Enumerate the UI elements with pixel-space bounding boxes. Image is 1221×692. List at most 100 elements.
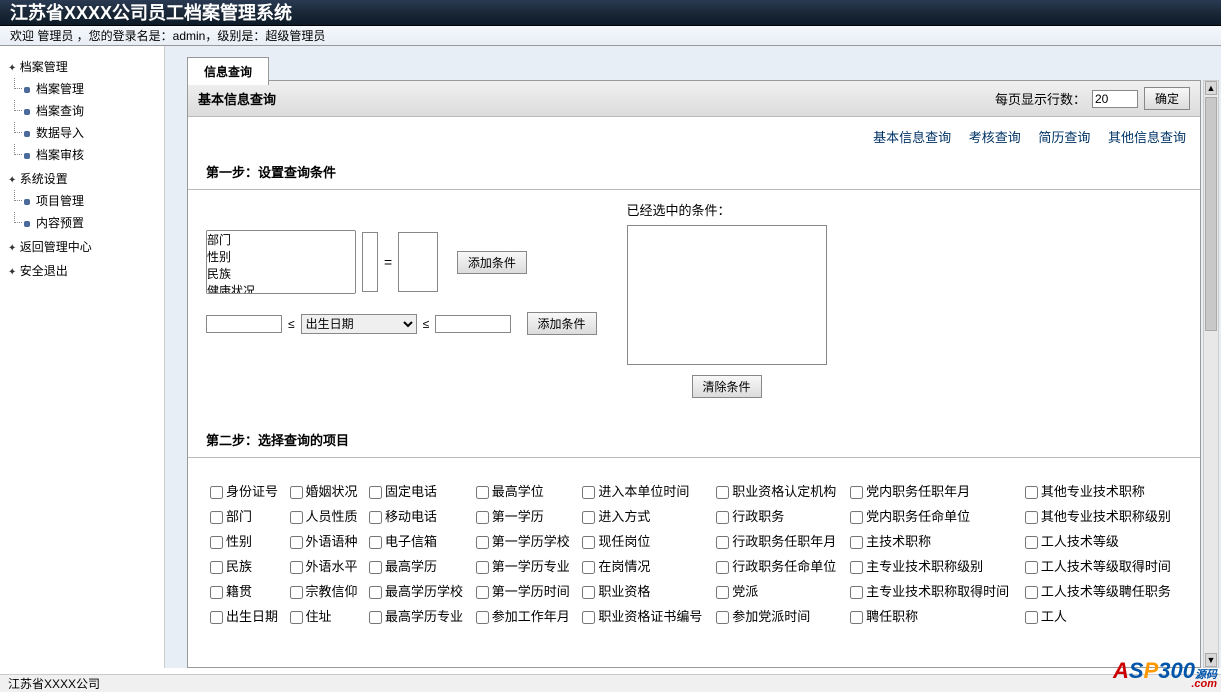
divider-2 [188,457,1200,458]
welcome-bar: 欢迎 管理员 ，您的登录名是：admin，级别是：超级管理员 [0,26,1221,46]
field-checkbox[interactable]: 职业资格认定机构 [716,484,836,499]
field-checkbox[interactable]: 党内职务任职年月 [850,484,970,499]
field-checkbox[interactable]: 职业资格证书编号 [582,609,702,624]
field-checkbox[interactable]: 主技术职称 [850,534,931,549]
divider [188,189,1200,190]
field-checkbox[interactable]: 最高学位 [476,484,544,499]
field-checkbox[interactable]: 第一学历时间 [476,584,570,599]
field-checkbox[interactable]: 出生日期 [210,609,278,624]
sidebar: ✦ 档案管理档案管理档案查询数据导入档案审核 ✦ 系统设置项目管理内容预置 ✦ 返回… [0,46,165,668]
selected-conditions-box[interactable] [627,225,827,365]
footer-text: 江苏省XXXX公司 [8,677,100,691]
field-checkbox[interactable]: 参加党派时间 [716,609,810,624]
clear-conditions-button[interactable]: 清除条件 [692,375,762,398]
field-checkbox[interactable]: 现任岗位 [582,534,650,549]
field-checkbox[interactable]: 宗教信仰 [290,584,358,599]
confirm-button[interactable]: 确定 [1144,87,1190,110]
field-checkbox[interactable]: 主专业技术职称级别 [850,559,983,574]
field-checkbox[interactable]: 党派 [716,584,758,599]
nav-subitem[interactable]: 内容预置 [24,216,84,230]
field-checkbox[interactable]: 部门 [210,509,252,524]
field-checkbox[interactable]: 进入本单位时间 [582,484,689,499]
field-checkbox[interactable]: 人员性质 [290,509,358,524]
scroll-thumb[interactable] [1205,97,1217,331]
nav-item[interactable]: ✦ 安全退出 [8,264,68,278]
condition-area: 部门性别民族健康状况 = 添加条件 ≤ 出生日期 ≤ [188,200,1200,414]
value-input[interactable] [398,232,438,292]
tab-strip: 信息查询 [187,56,269,84]
field-checkbox[interactable]: 第一学历学校 [476,534,570,549]
field-checkbox[interactable]: 主专业技术职称取得时间 [850,584,1009,599]
lte-icon-2: ≤ [423,317,430,331]
section-header: 基本信息查询 每页显示行数： 确定 [188,81,1200,117]
lte-icon-1: ≤ [288,317,295,331]
link-other-query[interactable]: 其他信息查询 [1108,130,1186,145]
field-checkbox[interactable]: 外语水平 [290,559,358,574]
operator-input[interactable] [362,232,378,292]
field-checkbox[interactable]: 工人技术等级聘任职务 [1025,584,1171,599]
query-links: 基本信息查询 考核查询 简历查询 其他信息查询 [188,117,1200,146]
field-checkbox[interactable]: 电子信箱 [369,534,437,549]
field-checkbox[interactable]: 工人 [1025,609,1067,624]
nav-subitem[interactable]: 档案查询 [24,104,84,118]
add-condition-button-1[interactable]: 添加条件 [457,251,527,274]
field-checkbox[interactable]: 其他专业技术职称 [1025,484,1145,499]
field-checkbox[interactable]: 民族 [210,559,252,574]
field-checkbox[interactable]: 职业资格 [582,584,650,599]
nav-subitem[interactable]: 档案管理 [24,82,84,96]
field-checkbox[interactable]: 移动电话 [369,509,437,524]
field-checkbox[interactable]: 身份证号 [210,484,278,499]
field-checkbox[interactable]: 外语语种 [290,534,358,549]
range-from-input[interactable] [206,315,282,333]
link-resume-query[interactable]: 简历查询 [1038,130,1090,145]
field-checkbox[interactable]: 党内职务任命单位 [850,509,970,524]
field-checkbox[interactable]: 籍贯 [210,584,252,599]
selected-conditions-label: 已经选中的条件： [627,200,827,219]
nav-subitem[interactable]: 档案审核 [24,148,84,162]
rows-label: 每页显示行数： [995,89,1086,108]
field-checkbox[interactable]: 工人技术等级 [1025,534,1119,549]
field-checkbox[interactable]: 最高学历 [369,559,437,574]
scroll-up-icon[interactable]: ▲ [1205,81,1217,95]
nav-item[interactable]: ✦ 返回管理中心 [8,240,92,254]
link-basic-query[interactable]: 基本信息查询 [873,130,951,145]
field-checkbox[interactable]: 性别 [210,534,252,549]
nav-item[interactable]: ✦ 系统设置 [8,172,68,186]
add-condition-button-2[interactable]: 添加条件 [527,312,597,335]
nav-tree: ✦ 档案管理档案管理档案查询数据导入档案审核 ✦ 系统设置项目管理内容预置 ✦ 返回… [4,56,160,284]
scrollbar[interactable]: ▲ ▼ [1203,80,1219,668]
field-checkbox[interactable]: 最高学历专业 [369,609,463,624]
field-checkbox[interactable]: 第一学历 [476,509,544,524]
tab-info-query[interactable]: 信息查询 [187,57,269,85]
scroll-down-icon[interactable]: ▼ [1205,653,1217,667]
field-checkbox[interactable]: 其他专业技术职称级别 [1025,509,1171,524]
field-checkbox[interactable]: 第一学历专业 [476,559,570,574]
field-checkbox[interactable]: 最高学历学校 [369,584,463,599]
nav-subitem[interactable]: 数据导入 [24,126,84,140]
field-checkbox[interactable]: 固定电话 [369,484,437,499]
field-checkbox[interactable]: 参加工作年月 [476,609,570,624]
field-checkbox[interactable]: 在岗情况 [582,559,650,574]
field-checkbox[interactable]: 行政职务任命单位 [716,559,836,574]
rows-per-page-input[interactable] [1092,90,1138,108]
link-assess-query[interactable]: 考核查询 [969,130,1021,145]
step2-title: 第二步：选择查询的项目 [188,414,1200,457]
field-checkbox[interactable]: 进入方式 [582,509,650,524]
field-checkbox[interactable]: 住址 [290,609,332,624]
equals-icon: = [384,254,392,270]
nav-item[interactable]: ✦ 档案管理 [8,60,68,74]
field-checkbox-grid: 身份证号婚姻状况固定电话最高学位进入本单位时间职业资格认定机构党内职务任职年月其… [188,468,1200,638]
footer-bar: 江苏省XXXX公司 [0,674,1221,692]
field-select[interactable]: 部门性别民族健康状况 [206,230,356,294]
field-checkbox[interactable]: 聘任职称 [850,609,918,624]
section-title: 基本信息查询 [198,89,276,108]
range-to-input[interactable] [435,315,511,333]
step1-title: 第一步：设置查询条件 [188,146,1200,189]
field-checkbox[interactable]: 行政职务任职年月 [716,534,836,549]
date-field-select[interactable]: 出生日期 [301,314,417,334]
condition-row-2: ≤ 出生日期 ≤ 添加条件 [206,312,597,335]
nav-subitem[interactable]: 项目管理 [24,194,84,208]
field-checkbox[interactable]: 工人技术等级取得时间 [1025,559,1171,574]
field-checkbox[interactable]: 婚姻状况 [290,484,358,499]
field-checkbox[interactable]: 行政职务 [716,509,784,524]
